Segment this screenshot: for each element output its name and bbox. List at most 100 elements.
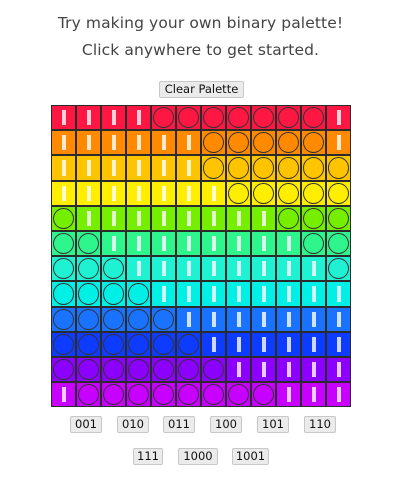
palette-cell[interactable] bbox=[126, 180, 151, 206]
palette-cell[interactable] bbox=[251, 130, 276, 156]
palette-cell[interactable] bbox=[176, 382, 201, 408]
palette-cell[interactable] bbox=[201, 180, 226, 206]
palette-cell[interactable] bbox=[301, 230, 326, 257]
palette-cell[interactable] bbox=[76, 382, 101, 408]
palette-cell[interactable] bbox=[76, 105, 101, 131]
palette-cell[interactable] bbox=[301, 180, 326, 206]
palette-cell[interactable] bbox=[301, 256, 326, 282]
palette-cell[interactable] bbox=[276, 281, 301, 307]
palette-cell[interactable] bbox=[126, 230, 151, 257]
palette-cell[interactable] bbox=[51, 256, 76, 282]
palette-cell[interactable] bbox=[101, 205, 126, 231]
palette-cell[interactable] bbox=[326, 230, 351, 257]
palette-cell[interactable] bbox=[176, 180, 201, 206]
palette-cell[interactable] bbox=[51, 180, 76, 206]
palette-cell[interactable] bbox=[51, 331, 76, 357]
palette-cell[interactable] bbox=[51, 105, 76, 131]
palette-cell[interactable] bbox=[226, 356, 251, 383]
palette-cell[interactable] bbox=[51, 155, 76, 181]
palette-cell[interactable] bbox=[301, 281, 326, 307]
palette-cell[interactable] bbox=[176, 281, 201, 307]
palette-cell[interactable] bbox=[76, 130, 101, 156]
pattern-button-011[interactable]: 011 bbox=[163, 416, 195, 433]
palette-cell[interactable] bbox=[151, 205, 176, 231]
palette-cell[interactable] bbox=[201, 331, 226, 357]
pattern-button-101[interactable]: 101 bbox=[257, 416, 289, 433]
palette-cell[interactable] bbox=[126, 281, 151, 307]
palette-cell[interactable] bbox=[251, 281, 276, 307]
palette-cell[interactable] bbox=[51, 130, 76, 156]
palette-cell[interactable] bbox=[151, 105, 176, 131]
palette-cell[interactable] bbox=[101, 230, 126, 257]
palette-cell[interactable] bbox=[126, 256, 151, 282]
palette-cell[interactable] bbox=[101, 281, 126, 307]
palette-cell[interactable] bbox=[51, 382, 76, 408]
palette-cell[interactable] bbox=[301, 356, 326, 383]
palette-cell[interactable] bbox=[151, 256, 176, 282]
palette-cell[interactable] bbox=[201, 155, 226, 181]
palette-cell[interactable] bbox=[101, 356, 126, 383]
palette-cell[interactable] bbox=[301, 205, 326, 231]
pattern-button-111[interactable]: 111 bbox=[133, 448, 163, 465]
binary-palette-grid[interactable] bbox=[51, 105, 351, 408]
palette-cell[interactable] bbox=[276, 382, 301, 408]
palette-cell[interactable] bbox=[176, 205, 201, 231]
palette-cell[interactable] bbox=[201, 356, 226, 383]
palette-cell[interactable] bbox=[276, 256, 301, 282]
palette-cell[interactable] bbox=[201, 130, 226, 156]
palette-cell[interactable] bbox=[201, 205, 226, 231]
palette-cell[interactable] bbox=[176, 306, 201, 332]
palette-cell[interactable] bbox=[201, 105, 226, 131]
palette-cell[interactable] bbox=[126, 306, 151, 332]
palette-cell[interactable] bbox=[276, 105, 301, 131]
palette-cell[interactable] bbox=[101, 306, 126, 332]
palette-cell[interactable] bbox=[326, 281, 351, 307]
pattern-button-110[interactable]: 110 bbox=[304, 416, 336, 433]
palette-cell[interactable] bbox=[251, 306, 276, 332]
palette-cell[interactable] bbox=[176, 155, 201, 181]
palette-cell[interactable] bbox=[76, 356, 101, 383]
palette-cell[interactable] bbox=[251, 105, 276, 131]
palette-cell[interactable] bbox=[226, 130, 251, 156]
palette-cell[interactable] bbox=[251, 256, 276, 282]
pattern-button-1001[interactable]: 1001 bbox=[232, 448, 269, 465]
palette-cell[interactable] bbox=[226, 230, 251, 257]
palette-cell[interactable] bbox=[76, 180, 101, 206]
palette-cell[interactable] bbox=[276, 356, 301, 383]
palette-cell[interactable] bbox=[151, 230, 176, 257]
palette-cell[interactable] bbox=[101, 105, 126, 131]
palette-cell[interactable] bbox=[226, 205, 251, 231]
palette-cell[interactable] bbox=[176, 331, 201, 357]
palette-cell[interactable] bbox=[326, 205, 351, 231]
palette-cell[interactable] bbox=[101, 382, 126, 408]
palette-cell[interactable] bbox=[251, 205, 276, 231]
palette-cell[interactable] bbox=[326, 356, 351, 383]
palette-cell[interactable] bbox=[176, 230, 201, 257]
palette-cell[interactable] bbox=[201, 281, 226, 307]
palette-cell[interactable] bbox=[101, 256, 126, 282]
palette-cell[interactable] bbox=[251, 331, 276, 357]
palette-cell[interactable] bbox=[326, 331, 351, 357]
palette-cell[interactable] bbox=[151, 155, 176, 181]
palette-cell[interactable] bbox=[226, 155, 251, 181]
palette-cell[interactable] bbox=[126, 205, 151, 231]
palette-cell[interactable] bbox=[276, 306, 301, 332]
palette-cell[interactable] bbox=[76, 331, 101, 357]
palette-cell[interactable] bbox=[176, 256, 201, 282]
palette-cell[interactable] bbox=[101, 130, 126, 156]
palette-cell[interactable] bbox=[226, 306, 251, 332]
palette-cell[interactable] bbox=[301, 382, 326, 408]
palette-cell[interactable] bbox=[76, 155, 101, 181]
palette-cell[interactable] bbox=[151, 331, 176, 357]
palette-cell[interactable] bbox=[126, 382, 151, 408]
palette-cell[interactable] bbox=[201, 230, 226, 257]
palette-cell[interactable] bbox=[76, 306, 101, 332]
palette-cell[interactable] bbox=[276, 331, 301, 357]
palette-cell[interactable] bbox=[151, 356, 176, 383]
palette-cell[interactable] bbox=[301, 105, 326, 131]
palette-cell[interactable] bbox=[51, 205, 76, 231]
palette-cell[interactable] bbox=[301, 306, 326, 332]
palette-cell[interactable] bbox=[226, 256, 251, 282]
palette-cell[interactable] bbox=[201, 256, 226, 282]
palette-cell[interactable] bbox=[51, 281, 76, 307]
